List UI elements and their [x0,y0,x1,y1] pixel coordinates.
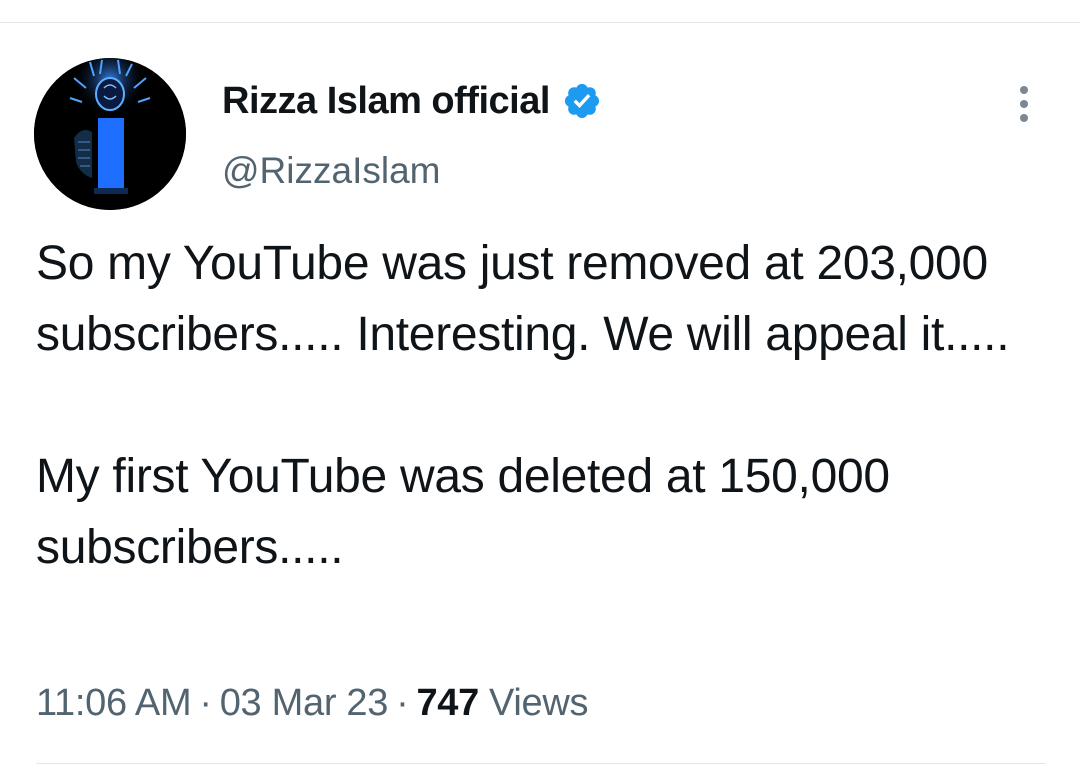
more-vertical-icon[interactable] [1008,82,1040,126]
views-count[interactable]: 747 [416,682,479,725]
author-handle[interactable]: @RizzaIslam [222,150,440,192]
more-dot [1020,86,1028,94]
tweet-paragraph: So my YouTube was just removed at 203,00… [36,237,1010,361]
more-dot [1020,100,1028,108]
verified-badge-icon [562,81,602,121]
views-label: Views [488,681,589,724]
tweet-time[interactable]: 11:06 AM [36,682,192,725]
top-divider [0,22,1080,23]
bottom-divider [36,763,1046,764]
meta-separator: · [396,681,409,724]
tweet-meta: 11:06 AM · 03 Mar 23 · 747 Views [36,676,588,730]
author-name-row: Rizza Islam official [222,74,602,128]
tweet-date[interactable]: 03 Mar 23 [220,682,389,725]
avatar-image [34,58,186,210]
more-dot [1020,114,1028,122]
tweet-text: So my YouTube was just removed at 203,00… [36,228,1056,583]
author-avatar[interactable] [34,58,186,210]
author-name[interactable]: Rizza Islam official [222,80,550,123]
meta-separator: · [199,681,212,724]
tweet-paragraph: My first YouTube was deleted at 150,000 … [36,450,890,574]
